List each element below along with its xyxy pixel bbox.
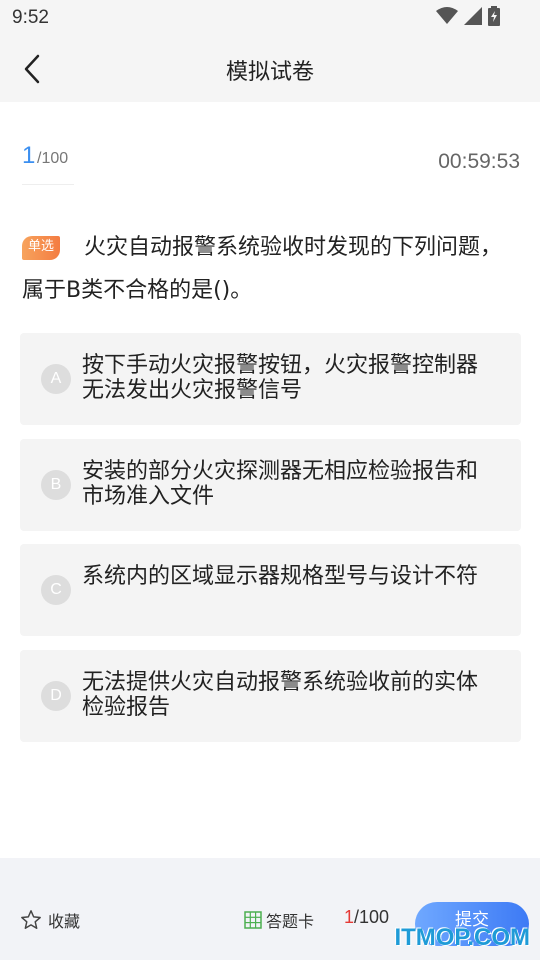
progress-current: 1	[22, 142, 36, 169]
option-letter: A	[41, 364, 71, 394]
count-current: 1	[344, 907, 355, 927]
option-text: 无法提供火灾自动报警系统验收前的实体检验报告	[82, 670, 479, 720]
option-c[interactable]: C 系统内的区域显示器规格型号与设计不符	[20, 544, 521, 636]
question-type-badge: 单选	[22, 236, 61, 260]
status-time: 9:52	[12, 7, 49, 28]
status-bar: 9:52	[0, 0, 540, 36]
question-stem: 单选 火灾自动报警系统验收时发现的下列问题，属于B类不合格的是()。	[22, 226, 518, 312]
option-text: 按下手动火灾报警按钮，火灾报警控制器无法发出火灾报警信号	[82, 353, 479, 403]
option-a[interactable]: A 按下手动火灾报警按钮，火灾报警控制器无法发出火灾报警信号	[20, 333, 521, 425]
option-letter: D	[41, 681, 71, 711]
page-title: 模拟试卷	[225, 60, 314, 85]
watermark: ITMOP.COM	[394, 924, 530, 951]
progress-total: /100	[37, 150, 69, 167]
favorite-label: 收藏	[48, 912, 81, 931]
battery-icon	[488, 6, 500, 30]
answer-card-icon	[244, 911, 262, 929]
status-icons	[436, 6, 500, 30]
option-text: 安装的部分火灾探测器无相应检验报告和市场准入文件	[82, 459, 479, 509]
navigation-bar: 模拟试卷	[0, 36, 540, 102]
bottom-bar: 收藏 答题卡 1/100 提交 ITMOP.COM	[0, 858, 540, 960]
star-icon	[21, 910, 41, 929]
favorite-button[interactable]: 收藏	[20, 908, 80, 932]
option-text: 系统内的区域显示器规格型号与设计不符	[82, 564, 479, 589]
progress-divider	[22, 184, 74, 185]
count-total: /100	[354, 907, 390, 927]
question-text: 火灾自动报警系统验收时发现的下列问题，属于B类不合格的是()。	[22, 235, 503, 303]
option-d[interactable]: D 无法提供火灾自动报警系统验收前的实体检验报告	[20, 650, 521, 742]
answered-count: 1/100	[344, 907, 389, 928]
option-letter: C	[41, 575, 71, 605]
wifi-icon	[436, 7, 458, 29]
option-letter: B	[41, 470, 71, 500]
countdown-timer: 00:59:53	[438, 150, 520, 173]
answer-card-label: 答题卡	[266, 912, 315, 931]
signal-icon	[464, 7, 482, 29]
option-b[interactable]: B 安装的部分火灾探测器无相应检验报告和市场准入文件	[20, 439, 521, 531]
answer-card-button[interactable]: 答题卡	[244, 908, 314, 932]
question-progress: 1 /100 00:59:53	[0, 140, 540, 190]
